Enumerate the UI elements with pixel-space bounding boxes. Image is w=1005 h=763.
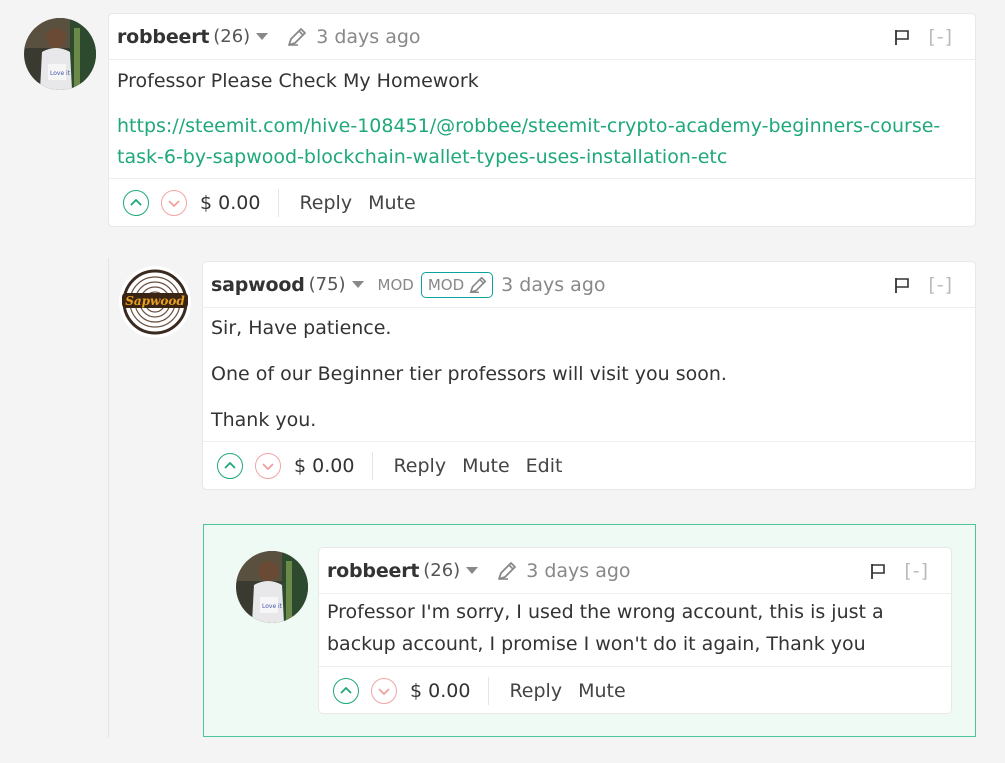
collapse-button[interactable]: [-] <box>904 560 929 582</box>
pencil-icon <box>468 275 488 295</box>
comment-body: Professor I'm sorry, I used the wrong ac… <box>319 594 951 660</box>
mod-label: MOD <box>377 275 414 294</box>
author-name[interactable]: robbeert <box>327 560 419 582</box>
comment-paragraph: Thank you. <box>211 409 317 431</box>
comment-text: Professor Please Check My Homework <box>117 70 479 92</box>
pencil-icon <box>286 26 308 48</box>
comment-body: Professor Please Check My Homework https… <box>109 60 975 173</box>
timestamp[interactable]: 3 days ago <box>501 274 605 296</box>
comment-paragraph: One of our Beginner tier professors will… <box>211 363 727 385</box>
chevron-down-icon[interactable] <box>256 33 269 40</box>
timestamp[interactable]: 3 days ago <box>316 26 420 48</box>
flag-icon[interactable] <box>869 562 887 584</box>
author-reputation: (75) <box>308 274 346 295</box>
divider <box>278 188 280 217</box>
divider <box>372 451 374 480</box>
sapwood-logo: Sapwood <box>121 268 189 336</box>
avatar[interactable] <box>24 18 96 90</box>
upvote-button[interactable] <box>333 677 359 704</box>
comment-footer: $ 0.00 Reply Mute <box>319 666 951 714</box>
comment-footer: $ 0.00 Reply Mute Edit <box>203 441 975 489</box>
mute-button[interactable]: Mute <box>462 455 510 477</box>
reply-button[interactable]: Reply <box>299 192 352 214</box>
payout-value[interactable]: $ 0.00 <box>410 680 470 702</box>
upvote-button[interactable] <box>217 452 243 479</box>
author-reputation: (26) <box>423 560 461 581</box>
upvote-button[interactable] <box>123 189 149 216</box>
comment-header: sapwood (75) MOD MOD 3 days ago [-] <box>203 262 975 308</box>
collapse-button[interactable]: [-] <box>928 274 953 296</box>
comment-card: sapwood (75) MOD MOD 3 days ago [-] Sir,… <box>202 261 976 490</box>
divider <box>488 676 490 705</box>
mod-badge-label: MOD <box>427 275 465 294</box>
timestamp[interactable]: 3 days ago <box>526 560 630 582</box>
comment-card: robbeert (26) 3 days ago [-] Professor P… <box>108 13 976 227</box>
mute-button[interactable]: Mute <box>578 680 626 702</box>
collapse-button[interactable]: [-] <box>928 26 953 48</box>
author-name[interactable]: robbeert <box>117 26 209 48</box>
comment-header: robbeert (26) 3 days ago [-] <box>109 14 975 60</box>
comment-header: robbeert (26) 3 days ago [-] <box>319 548 951 594</box>
comment-paragraph: Sir, Have patience. <box>211 317 392 339</box>
avatar[interactable]: Sapwood <box>119 266 191 338</box>
thread-line <box>108 258 109 738</box>
comment-footer: $ 0.00 Reply Mute <box>109 178 975 226</box>
comment-link[interactable]: https://steemit.com/hive-108451/@robbee/… <box>117 111 967 173</box>
comment-card: robbeert (26) 3 days ago [-] Professor I… <box>318 547 952 714</box>
author-reputation: (26) <box>213 26 251 47</box>
payout-value[interactable]: $ 0.00 <box>200 192 260 214</box>
chevron-down-icon[interactable] <box>466 567 479 574</box>
comment-body: Sir, Have patience. One of our Beginner … <box>203 308 975 436</box>
reply-button[interactable]: Reply <box>509 680 562 702</box>
downvote-button[interactable] <box>161 189 187 216</box>
author-name[interactable]: sapwood <box>211 274 305 296</box>
downvote-button[interactable] <box>371 677 397 704</box>
comment-text: Professor I'm sorry, I used the wrong ac… <box>327 601 884 655</box>
payout-value[interactable]: $ 0.00 <box>294 455 354 477</box>
mute-button[interactable]: Mute <box>368 192 416 214</box>
avatar[interactable] <box>236 551 308 623</box>
mod-badge[interactable]: MOD <box>420 271 494 298</box>
svg-text:Sapwood: Sapwood <box>125 294 185 308</box>
reply-button[interactable]: Reply <box>393 455 446 477</box>
downvote-button[interactable] <box>255 452 281 479</box>
flag-icon[interactable] <box>893 276 911 298</box>
flag-icon[interactable] <box>893 28 911 50</box>
edit-button[interactable]: Edit <box>526 455 563 477</box>
pencil-icon <box>496 560 518 582</box>
chevron-down-icon[interactable] <box>351 281 364 288</box>
